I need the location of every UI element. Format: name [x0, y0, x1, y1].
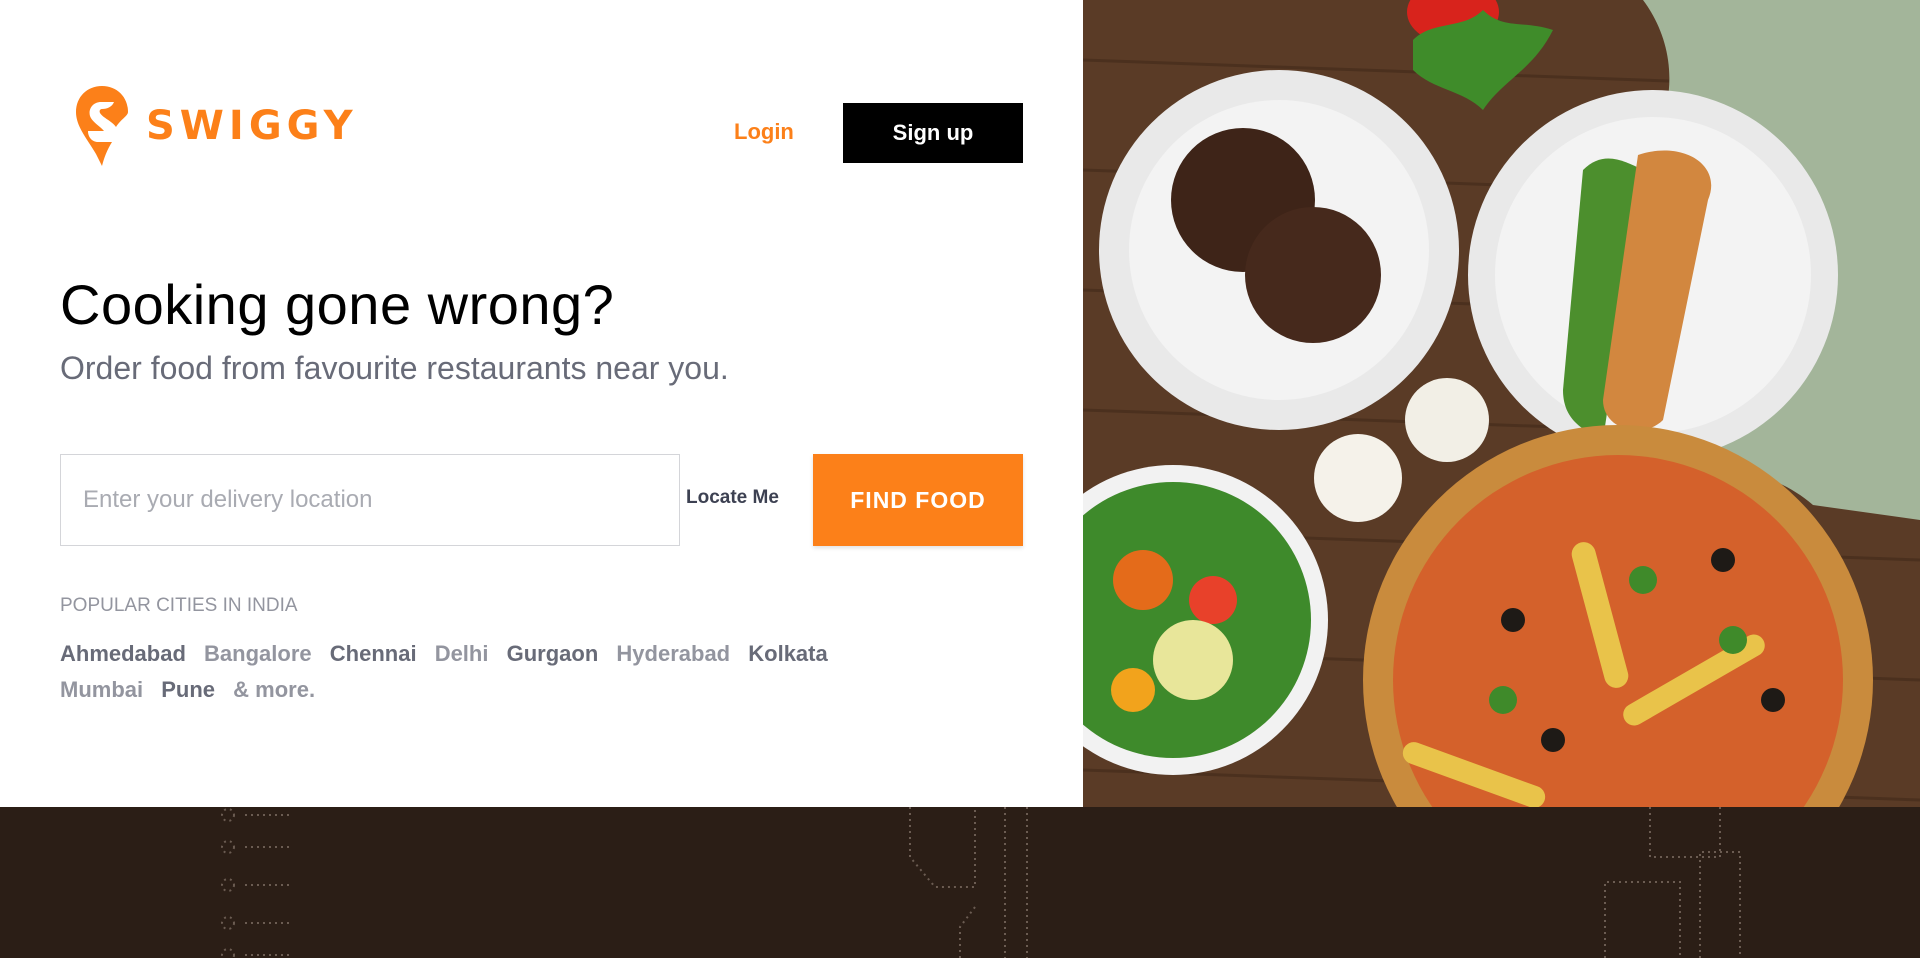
- city-link-bangalore[interactable]: Bangalore: [204, 641, 312, 666]
- food-spread-image: [1083, 0, 1920, 807]
- city-link-chennai[interactable]: Chennai: [330, 641, 417, 666]
- city-link-pune[interactable]: Pune: [161, 677, 215, 702]
- footer-decor-strip: [0, 807, 1920, 958]
- popular-cities-list: Ahmedabad Bangalore Chennai Delhi Gurgao…: [60, 636, 860, 708]
- city-link-kolkata[interactable]: Kolkata: [748, 641, 827, 666]
- login-link[interactable]: Login: [734, 119, 794, 145]
- find-food-button[interactable]: FIND FOOD: [813, 454, 1023, 546]
- more-cities-link[interactable]: & more.: [233, 677, 315, 702]
- city-link-gurgaon[interactable]: Gurgaon: [507, 641, 599, 666]
- city-link-mumbai[interactable]: Mumbai: [60, 677, 143, 702]
- popular-cities-title: POPULAR CITIES IN INDIA: [60, 595, 298, 616]
- brand-name: SWIGGY: [146, 103, 358, 149]
- hero-subline: Order food from favourite restaurants ne…: [60, 350, 729, 386]
- delivery-location-input[interactable]: [60, 454, 680, 546]
- city-link-ahmedabad[interactable]: Ahmedabad: [60, 641, 186, 666]
- locate-me-button[interactable]: Locate Me: [686, 487, 779, 509]
- swiggy-logo[interactable]: SWIGGY: [74, 84, 358, 168]
- city-link-delhi[interactable]: Delhi: [435, 641, 489, 666]
- kitchen-doodle-decoration: [221, 807, 1741, 958]
- city-link-hyderabad[interactable]: Hyderabad: [616, 641, 730, 666]
- hero-panel: SWIGGY Login Sign up Cooking gone wrong?…: [0, 0, 1083, 807]
- signup-button[interactable]: Sign up: [843, 103, 1023, 163]
- swiggy-logo-icon: [76, 86, 128, 166]
- hero-headline: Cooking gone wrong?: [60, 273, 615, 336]
- food-photo-illustration: [1083, 0, 1920, 807]
